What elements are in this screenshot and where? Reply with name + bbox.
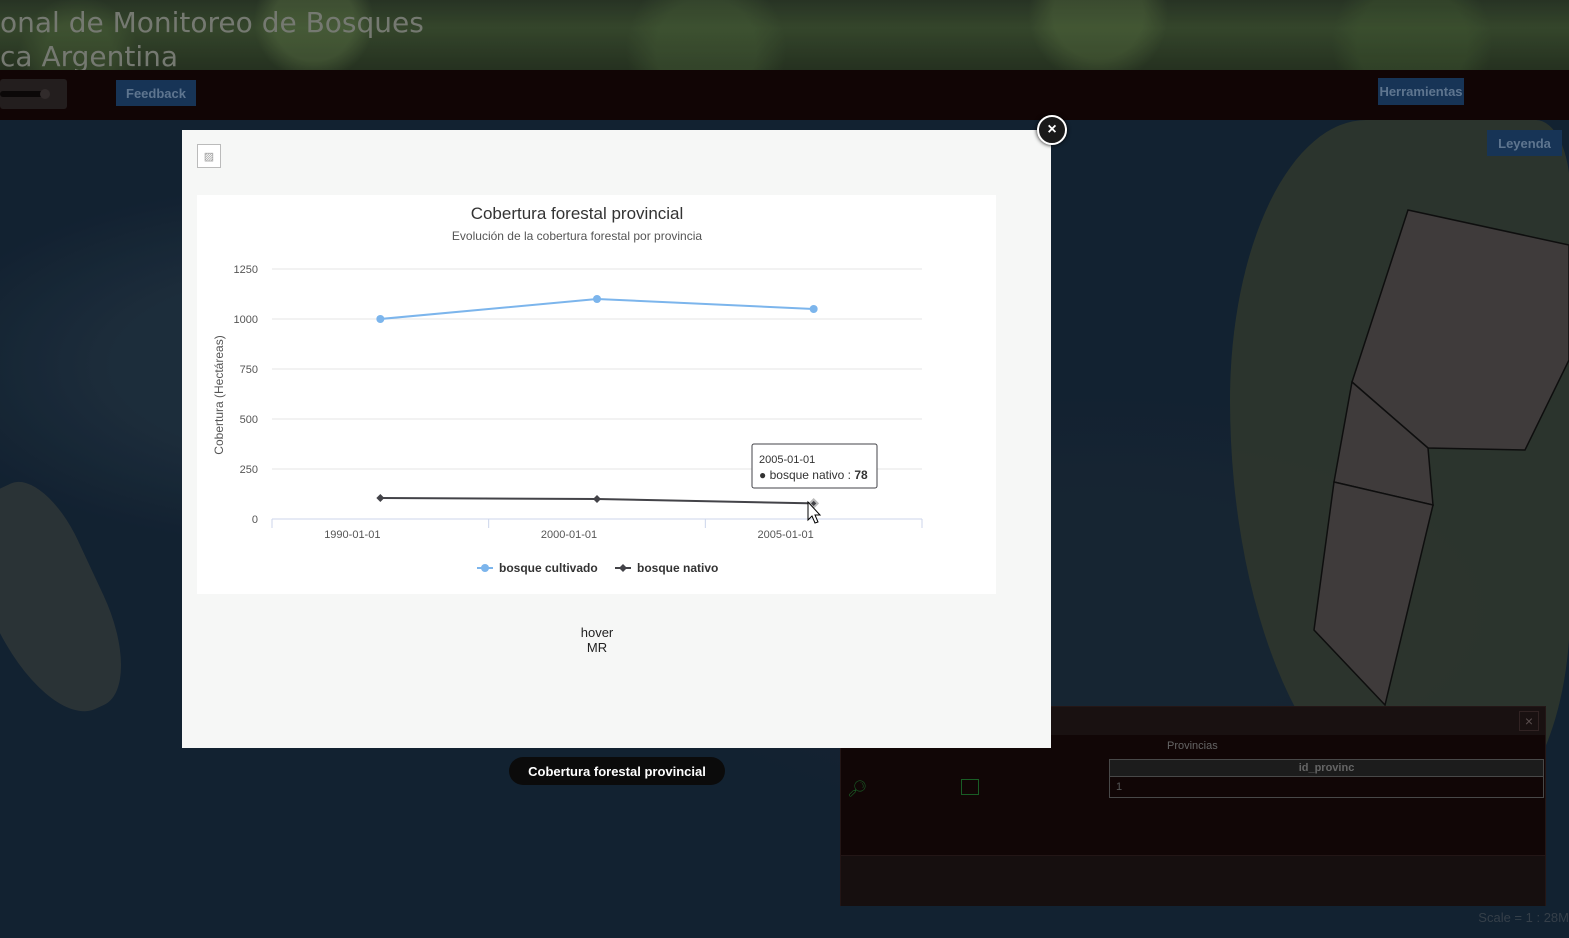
chart-title: Cobertura forestal provincial [471,204,684,223]
legend-marker [481,564,489,572]
data-point [593,295,601,303]
y-axis-label: Cobertura (Hectáreas) [212,335,226,454]
broken-image-icon: ▨ [197,144,221,168]
data-point [593,495,601,503]
tooltip-date: 2005-01-01 [759,454,815,466]
x-axis: 1990-01-01 2000-01-01 2005-01-01 [271,518,923,541]
y-tick-label: 500 [240,414,258,426]
line-chart[interactable]: Cobertura forestal provincial Evolución … [197,195,996,594]
caption-line1: hover [580,625,614,640]
y-tick-label: 250 [240,464,258,476]
chart-title-pill[interactable]: Cobertura forestal provincial [509,757,725,785]
y-tick-label: 1000 [234,314,258,326]
y-tick-label: 1250 [234,264,258,276]
x-tick-label: 2000-01-01 [541,529,597,541]
legend-marker [619,564,627,572]
tooltip-value: 78 [854,468,868,482]
y-tick-label: 750 [240,364,258,376]
data-point [376,494,385,502]
chart-modal: ▨ Cobertura forestal provincial Evolució… [182,130,1051,748]
data-point [809,305,818,313]
x-tick-label: 1990-01-01 [324,529,380,541]
x-tick-label: 2005-01-01 [758,529,814,541]
tooltip-series: bosque nativo [770,468,845,482]
chart-subtitle: Evolución de la cobertura forestal por p… [452,229,702,243]
legend-label: bosque cultivado [499,561,598,575]
legend-label: bosque nativo [637,561,718,575]
chart-container: Cobertura forestal provincial Evolución … [197,195,996,594]
y-tick-label: 0 [252,514,258,526]
chart-tooltip: 2005-01-01 ● bosque nativo : 78 [751,443,878,489]
chart-legend[interactable]: bosque cultivado bosque nativo [477,561,718,575]
modal-close-button[interactable]: × [1037,115,1067,145]
tooltip-value-line: ● bosque nativo : 78 [759,468,868,482]
caption-line2: MR [586,640,608,655]
series-layer [376,295,820,509]
data-point [376,315,385,323]
